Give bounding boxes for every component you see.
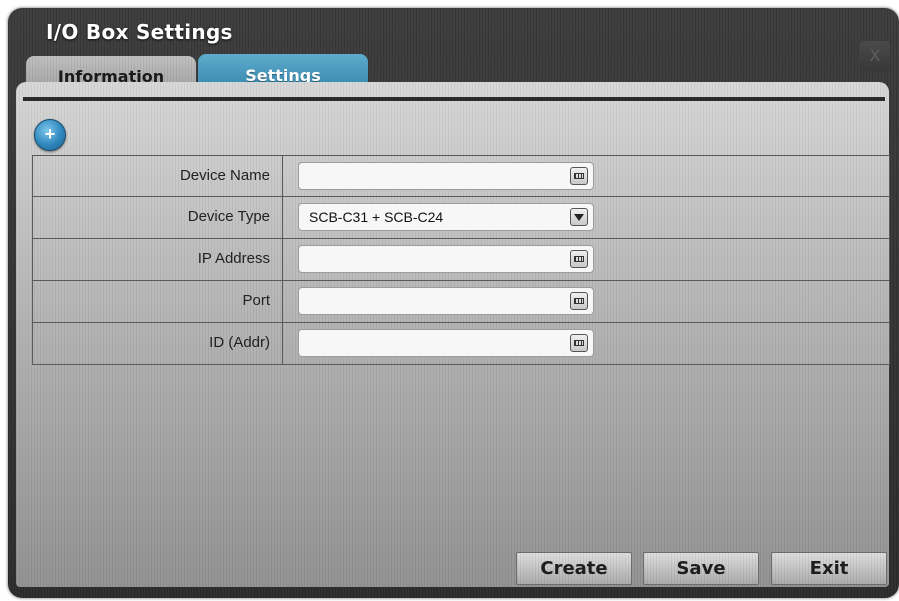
dropdown-arrow-icon[interactable] xyxy=(570,208,588,226)
add-device-button[interactable]: + xyxy=(34,119,66,151)
form-row-device-name: Device Name xyxy=(32,155,890,197)
device-type-label: Device Type xyxy=(33,197,283,238)
id-addr-label: ID (Addr) xyxy=(33,323,283,364)
port-input[interactable] xyxy=(298,287,594,315)
close-button[interactable]: X xyxy=(860,41,890,71)
panel-divider xyxy=(23,97,885,101)
keyboard-icon[interactable] xyxy=(570,292,588,310)
device-form: Device Name Device Type SCB-C31 + SCB-C2… xyxy=(32,155,890,365)
device-type-select[interactable]: SCB-C31 + SCB-C24 xyxy=(298,203,594,231)
create-button[interactable]: Create xyxy=(516,552,632,585)
keyboard-icon[interactable] xyxy=(570,167,588,185)
form-row-ip-address: IP Address xyxy=(32,239,890,281)
form-row-id-addr: ID (Addr) xyxy=(32,323,890,365)
form-row-port: Port xyxy=(32,281,890,323)
window-title: I/O Box Settings xyxy=(46,20,233,44)
save-button[interactable]: Save xyxy=(643,552,759,585)
port-label: Port xyxy=(33,281,283,322)
ip-address-input[interactable] xyxy=(298,245,594,273)
device-name-input[interactable] xyxy=(298,162,594,190)
device-name-label: Device Name xyxy=(33,156,283,196)
ip-address-label: IP Address xyxy=(33,239,283,280)
form-row-device-type: Device Type SCB-C31 + SCB-C24 xyxy=(32,197,890,239)
keyboard-icon[interactable] xyxy=(570,250,588,268)
id-addr-input[interactable] xyxy=(298,329,594,357)
keyboard-icon[interactable] xyxy=(570,334,588,352)
exit-button[interactable]: Exit xyxy=(771,552,887,585)
